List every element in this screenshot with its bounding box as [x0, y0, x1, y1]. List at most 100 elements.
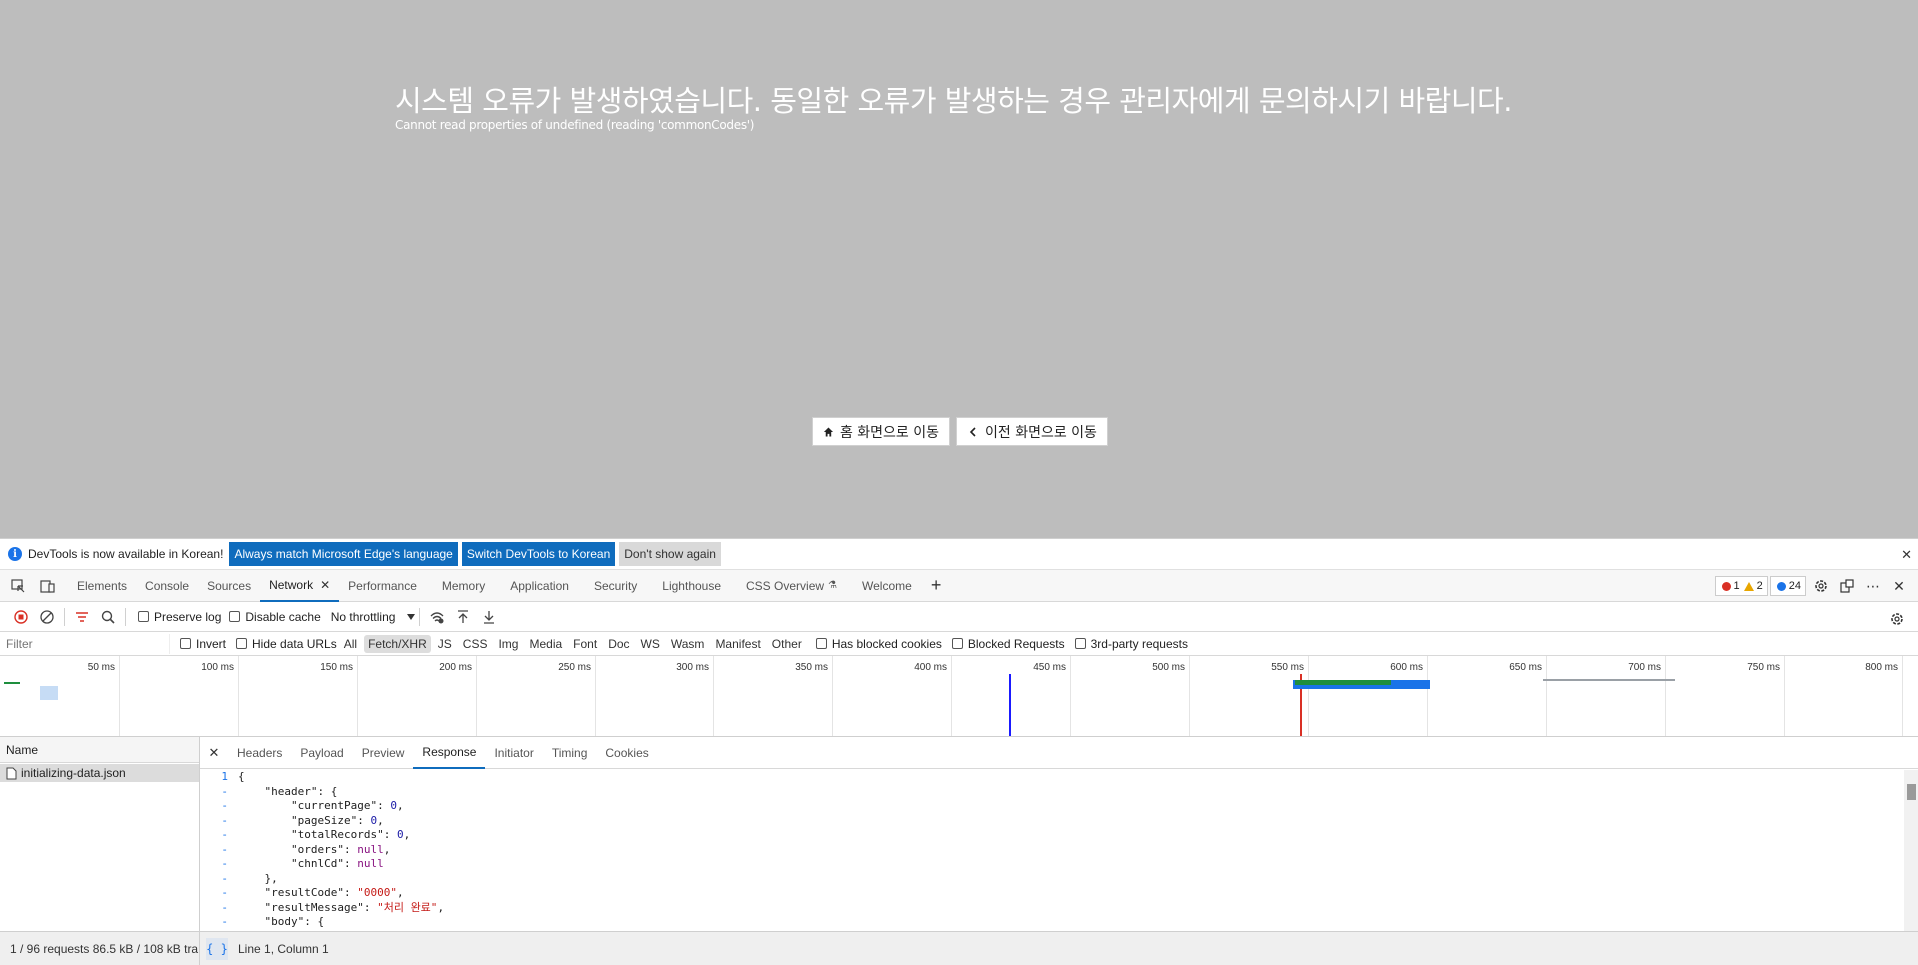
timeline-tick-label: 50 ms — [87, 662, 115, 673]
type-filter-media[interactable]: Media — [525, 635, 566, 653]
go-back-button[interactable]: 이전 화면으로 이동 — [956, 417, 1108, 446]
switch-to-korean-button[interactable]: Switch DevTools to Korean — [461, 542, 616, 566]
close-devtools-icon[interactable]: ✕ — [1886, 574, 1912, 598]
warning-count: 2 — [1756, 580, 1763, 592]
timeline-tick-label: 800 ms — [1865, 662, 1898, 673]
type-filter-ws[interactable]: WS — [637, 635, 664, 653]
error-page: 시스템 오류가 발생하였습니다. 동일한 오류가 발생하는 경우 관리자에게 문… — [0, 0, 1918, 538]
pretty-print-button[interactable]: { } — [206, 937, 228, 960]
timeline-gridline — [832, 656, 833, 736]
tab-memory[interactable]: Memory — [426, 570, 494, 602]
flask-icon: ⚗ — [828, 580, 838, 591]
gear-icon[interactable] — [1808, 574, 1834, 598]
type-filter-manifest[interactable]: Manifest — [711, 635, 764, 653]
close-tab-icon[interactable]: ✕ — [320, 578, 330, 592]
close-icon[interactable]: ✕ — [1901, 547, 1912, 563]
checkbox-box — [229, 611, 241, 622]
connect-device-icon[interactable] — [1834, 574, 1860, 598]
scrollbar-thumb[interactable] — [1907, 784, 1916, 800]
disable-cache-checkbox[interactable]: Disable cache — [229, 610, 321, 624]
match-language-button[interactable]: Always match Microsoft Edge's language — [229, 542, 458, 566]
filter-input[interactable] — [0, 633, 170, 654]
add-tab-icon[interactable]: + — [921, 570, 952, 602]
tab-lighthouse[interactable]: Lighthouse — [646, 570, 730, 602]
type-filter-css[interactable]: CSS — [459, 635, 492, 653]
timeline-gridline — [1427, 656, 1428, 736]
preserve-log-checkbox[interactable]: Preserve log — [138, 610, 221, 624]
hide-data-urls-checkbox[interactable]: Hide data URLs — [236, 637, 337, 651]
tab-welcome[interactable]: Welcome — [846, 570, 921, 602]
line-number: - — [221, 915, 228, 928]
type-filter-font[interactable]: Font — [569, 635, 601, 653]
separator — [64, 607, 65, 626]
blocked-requests-checkbox[interactable]: Blocked Requests — [951, 637, 1065, 651]
network-toolbar: Preserve log Disable cache No throttling — [0, 602, 1918, 632]
network-conditions-icon[interactable] — [424, 604, 450, 630]
export-har-icon[interactable] — [476, 604, 502, 630]
tab-preview[interactable]: Preview — [353, 737, 414, 769]
tab-response[interactable]: Response — [413, 737, 486, 769]
scrollbar[interactable] — [1904, 770, 1918, 931]
timeline-tick-label: 400 ms — [914, 662, 947, 673]
tab-sources[interactable]: Sources — [198, 570, 260, 602]
tab-security[interactable]: Security — [578, 570, 646, 602]
clear-icon[interactable] — [34, 604, 60, 630]
throttling-select[interactable]: No throttling — [331, 610, 416, 624]
code-line: - "chnlCd": null — [200, 857, 1900, 872]
device-emulation-icon[interactable] — [36, 574, 60, 598]
tab-css-overview[interactable]: CSS Overview ⚗ — [730, 570, 846, 602]
name-column-header[interactable]: Name — [0, 737, 199, 763]
record-stop-icon[interactable] — [8, 604, 34, 630]
search-icon[interactable] — [95, 604, 121, 630]
error-detail: Cannot read properties of undefined (rea… — [395, 118, 755, 132]
timeline-tick-label: 550 ms — [1271, 662, 1304, 673]
tab-initiator[interactable]: Initiator — [485, 737, 542, 769]
type-filter-img[interactable]: Img — [494, 635, 522, 653]
checkbox-box — [1074, 638, 1086, 649]
tab-network[interactable]: Network ✕ — [260, 570, 340, 602]
more-options-icon[interactable]: ⋯ — [1860, 574, 1886, 598]
timeline-tick-label: 200 ms — [439, 662, 472, 673]
has-blocked-cookies-checkbox[interactable]: Has blocked cookies — [815, 637, 942, 651]
code-line: - "totalRecords": 0, — [200, 828, 1900, 843]
third-party-checkbox[interactable]: 3rd-party requests — [1074, 637, 1188, 651]
tab-timing[interactable]: Timing — [543, 737, 597, 769]
go-home-button[interactable]: 홈 화면으로 이동 — [812, 417, 950, 446]
type-filter-all[interactable]: All — [340, 635, 361, 653]
response-code-viewer[interactable]: 1{- "header": {- "currentPage": 0, - "pag… — [200, 770, 1900, 931]
inspect-element-icon[interactable] — [6, 574, 30, 598]
tab-cookies[interactable]: Cookies — [596, 737, 657, 769]
request-row[interactable]: initializing-data.json — [0, 764, 199, 782]
timeline-tick-label: 450 ms — [1033, 662, 1066, 673]
type-filter-js[interactable]: JS — [434, 635, 456, 653]
close-icon[interactable]: ✕ — [200, 745, 228, 761]
tab-elements[interactable]: Elements — [68, 570, 136, 602]
network-settings-gear-icon[interactable] — [1884, 606, 1910, 632]
devtools-right-controls: 1 2 24 ⋯ ✕ — [1714, 574, 1913, 598]
code-line: - "resultCode": "0000", — [200, 886, 1900, 901]
network-overview-timeline[interactable]: 50 ms 100 ms 150 ms 200 ms 250 ms 300 ms 350 m… — [0, 656, 1918, 737]
dont-show-again-button[interactable]: Don't show again — [619, 542, 721, 566]
invert-checkbox[interactable]: Invert — [180, 637, 226, 651]
code-text: "chnlCd": null — [238, 857, 384, 870]
type-filter-other[interactable]: Other — [768, 635, 806, 653]
message-icon — [1776, 581, 1786, 591]
type-filter-wasm[interactable]: Wasm — [667, 635, 709, 653]
type-filter-fetch-xhr[interactable]: Fetch/XHR — [364, 634, 431, 653]
tab-performance[interactable]: Performance — [339, 570, 426, 602]
filter-icon[interactable] — [69, 604, 95, 630]
messages-badge[interactable]: 24 — [1769, 576, 1806, 596]
code-line: 1{ — [200, 770, 1900, 785]
tab-application[interactable]: Application — [494, 570, 578, 602]
tab-payload[interactable]: Payload — [291, 737, 352, 769]
line-number: 1 — [221, 770, 228, 783]
type-filter-doc[interactable]: Doc — [604, 635, 633, 653]
line-number: - — [221, 813, 228, 827]
go-back-label: 이전 화면으로 이동 — [985, 424, 1097, 441]
timeline-gridline — [1308, 656, 1309, 736]
tab-console[interactable]: Console — [136, 570, 198, 602]
import-har-icon[interactable] — [450, 604, 476, 630]
devtools-panel: i DevTools is now available in Korean! A… — [0, 538, 1918, 965]
issues-badge[interactable]: 1 2 — [1714, 576, 1768, 596]
tab-headers[interactable]: Headers — [228, 737, 291, 769]
